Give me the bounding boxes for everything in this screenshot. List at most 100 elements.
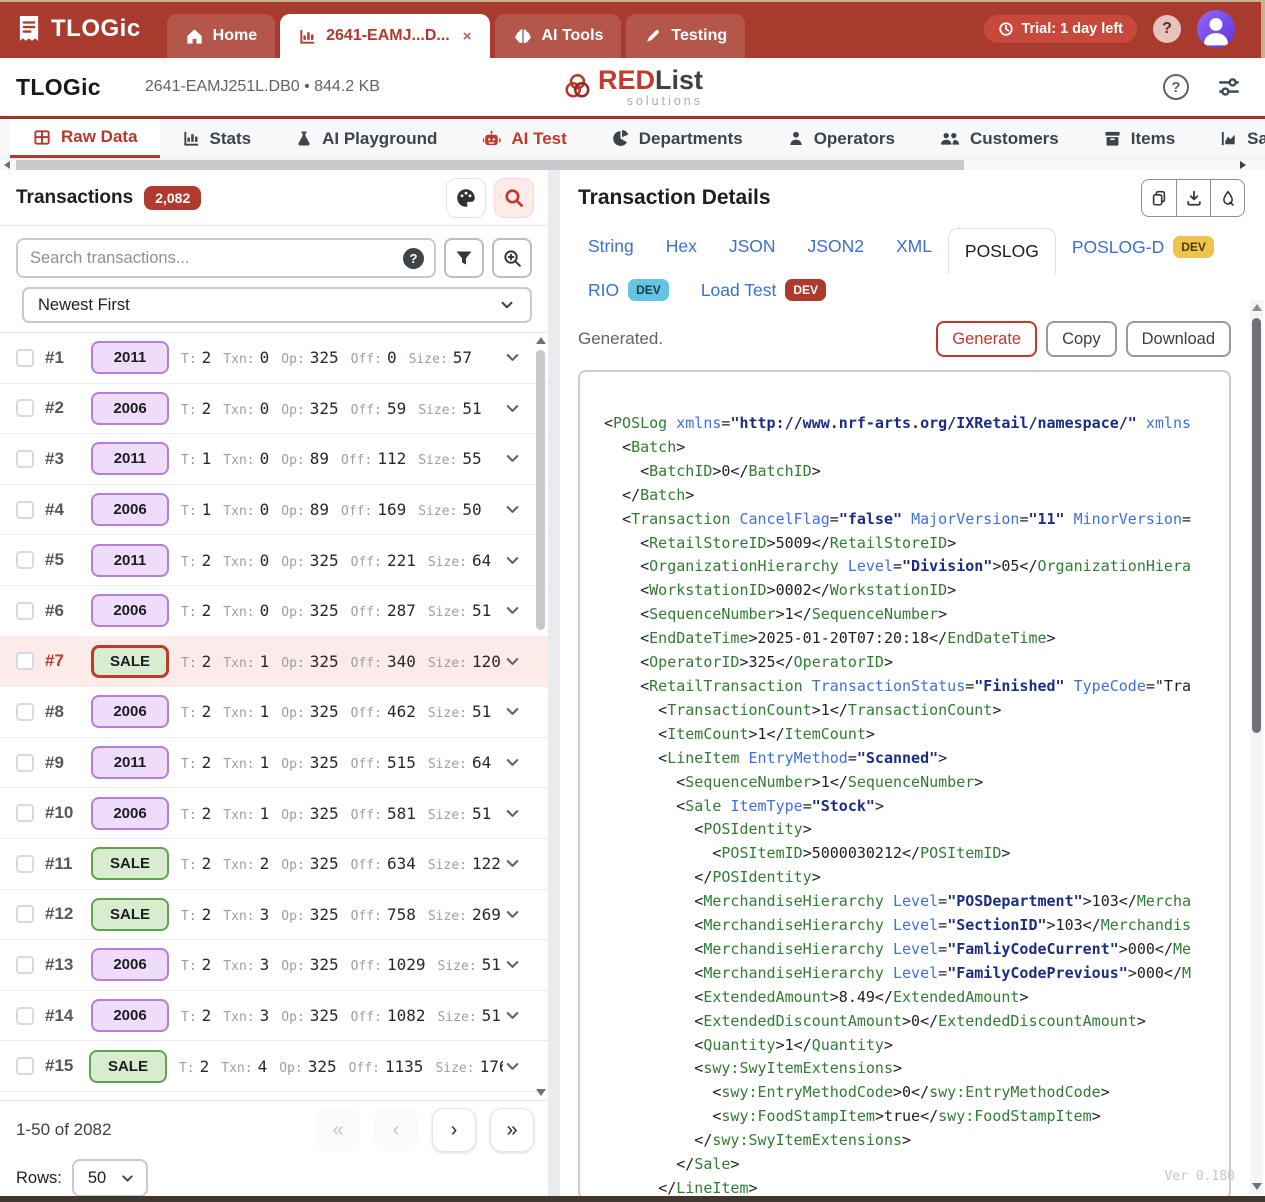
last-page-button[interactable]: » bbox=[490, 1108, 534, 1152]
help-button[interactable]: ? bbox=[1153, 15, 1181, 43]
details-scrollbar-thumb[interactable] bbox=[1252, 318, 1261, 733]
search-input[interactable] bbox=[18, 240, 434, 276]
scroll-right-arrow-icon[interactable] bbox=[1240, 161, 1246, 169]
table-row[interactable]: #11SALET:2Txn:2Op:325Off:634Size:122 bbox=[0, 839, 548, 890]
chevron-down-icon[interactable] bbox=[503, 652, 522, 671]
chevron-down-icon[interactable] bbox=[503, 551, 522, 570]
table-row[interactable]: #12SALET:2Txn:3Op:325Off:758Size:269 bbox=[0, 890, 548, 941]
nav-item-items[interactable]: Items bbox=[1081, 119, 1197, 158]
table-row[interactable]: #92011T:2Txn:1Op:325Off:515Size:64 bbox=[0, 738, 548, 789]
palette-button[interactable] bbox=[446, 178, 486, 218]
checkbox[interactable] bbox=[16, 349, 34, 367]
clear-button[interactable] bbox=[1210, 180, 1244, 216]
nav-item-ai-test[interactable]: AI Test bbox=[459, 119, 588, 158]
nav-item-stats[interactable]: Stats bbox=[160, 119, 274, 158]
checkbox[interactable] bbox=[16, 905, 34, 923]
quick-search-button[interactable] bbox=[494, 178, 534, 218]
nav-item-ai-playground[interactable]: AI Playground bbox=[273, 119, 459, 158]
help-circle-button[interactable]: ? bbox=[1163, 74, 1189, 100]
horizontal-scrollbar-thumb[interactable] bbox=[16, 160, 964, 170]
scroll-down-arrow-icon[interactable] bbox=[1252, 1183, 1262, 1190]
table-row[interactable]: #32011T:1Txn:0Op:89Off:112Size:55 bbox=[0, 434, 548, 485]
checkbox[interactable] bbox=[16, 1057, 34, 1075]
chevron-down-icon[interactable] bbox=[503, 1006, 522, 1025]
checkbox[interactable] bbox=[16, 804, 34, 822]
details-scrollbar[interactable] bbox=[1250, 300, 1263, 1194]
nav-item-operators[interactable]: Operators bbox=[765, 119, 917, 158]
checkbox[interactable] bbox=[16, 956, 34, 974]
generate-button[interactable]: Generate bbox=[936, 321, 1037, 357]
checkbox[interactable] bbox=[16, 1007, 34, 1025]
download-button[interactable] bbox=[1176, 180, 1210, 216]
format-tab-poslog-d[interactable]: POSLOG-DDEV bbox=[1056, 226, 1230, 268]
nav-item-customers[interactable]: Customers bbox=[917, 119, 1081, 158]
copy-text-button[interactable]: Copy bbox=[1046, 321, 1117, 357]
download-text-button[interactable]: Download bbox=[1126, 321, 1231, 357]
table-row[interactable]: #15SALET:2Txn:4Op:325Off:1135Size:1767 bbox=[0, 1041, 548, 1092]
scroll-down-arrow-icon[interactable] bbox=[536, 1089, 546, 1096]
checkbox[interactable] bbox=[16, 450, 34, 468]
table-row-partial[interactable] bbox=[0, 1092, 548, 1100]
table-row[interactable]: #52011T:2Txn:0Op:325Off:221Size:64 bbox=[0, 535, 548, 586]
nav-item-raw-data[interactable]: Raw Data bbox=[10, 119, 160, 158]
scroll-up-arrow-icon[interactable] bbox=[1252, 304, 1262, 311]
chevron-down-icon[interactable] bbox=[503, 348, 522, 367]
checkbox[interactable] bbox=[16, 703, 34, 721]
scroll-up-arrow-icon[interactable] bbox=[536, 337, 546, 344]
list-scrollbar[interactable] bbox=[535, 334, 546, 1099]
table-row[interactable]: #82006T:2Txn:1Op:325Off:462Size:51 bbox=[0, 687, 548, 738]
format-tab-poslog[interactable]: POSLOG bbox=[948, 228, 1056, 274]
list-scrollbar-thumb[interactable] bbox=[536, 350, 545, 630]
table-row[interactable]: #62006T:2Txn:0Op:325Off:287Size:51 bbox=[0, 586, 548, 637]
format-tab-rio[interactable]: RIODEV bbox=[572, 269, 685, 311]
table-row[interactable]: #22006T:2Txn:0Op:325Off:59Size:51 bbox=[0, 384, 548, 435]
checkbox[interactable] bbox=[16, 754, 34, 772]
chevron-down-icon[interactable] bbox=[503, 753, 522, 772]
format-tab-xml[interactable]: XML bbox=[880, 226, 948, 267]
close-icon[interactable]: × bbox=[463, 28, 472, 45]
settings-sliders-icon[interactable] bbox=[1215, 74, 1243, 100]
checkbox[interactable] bbox=[16, 399, 34, 417]
chevron-down-icon[interactable] bbox=[503, 601, 522, 620]
search-help-icon[interactable]: ? bbox=[403, 248, 424, 269]
sort-dropdown[interactable]: Newest First bbox=[22, 287, 532, 323]
format-tab-json2[interactable]: JSON2 bbox=[792, 226, 880, 267]
chevron-down-icon[interactable] bbox=[503, 449, 522, 468]
checkbox[interactable] bbox=[16, 551, 34, 569]
next-page-button[interactable]: › bbox=[432, 1108, 476, 1152]
topbar-tab-testing[interactable]: Testing bbox=[626, 14, 745, 58]
format-tab-json[interactable]: JSON bbox=[713, 226, 792, 267]
chevron-down-icon[interactable] bbox=[503, 399, 522, 418]
table-row[interactable]: #102006T:2Txn:1Op:325Off:581Size:51 bbox=[0, 788, 548, 839]
filter-button[interactable] bbox=[444, 238, 484, 278]
avatar[interactable] bbox=[1197, 10, 1235, 48]
format-tab-load-test[interactable]: Load TestDEV bbox=[685, 269, 842, 311]
table-row[interactable]: #7SALET:2Txn:1Op:325Off:340Size:120 bbox=[0, 637, 548, 688]
rows-select[interactable]: 50 bbox=[72, 1159, 148, 1197]
nav-item-sa[interactable]: Sa bbox=[1197, 119, 1265, 158]
topbar-tab-2641-eamj-d-[interactable]: 2641-EAMJ...D...× bbox=[280, 14, 489, 58]
format-tab-hex[interactable]: Hex bbox=[650, 226, 713, 267]
format-tab-string[interactable]: String bbox=[572, 226, 650, 267]
checkbox[interactable] bbox=[16, 501, 34, 519]
poslog-code-viewer[interactable]: <POSLog xmlns="http://www.nrf-arts.org/I… bbox=[578, 370, 1231, 1196]
scroll-left-arrow-icon[interactable] bbox=[4, 161, 10, 169]
chevron-down-icon[interactable] bbox=[503, 955, 522, 974]
horizontal-scrollbar[interactable] bbox=[0, 158, 1265, 170]
table-row[interactable]: #12011T:2Txn:0Op:325Off:0Size:57 bbox=[0, 333, 548, 384]
chevron-down-icon[interactable] bbox=[503, 500, 522, 519]
chevron-down-icon[interactable] bbox=[503, 1057, 522, 1076]
table-row[interactable]: #132006T:2Txn:3Op:325Off:1029Size:51 bbox=[0, 940, 548, 991]
topbar-tab-home[interactable]: Home bbox=[167, 14, 275, 58]
checkbox[interactable] bbox=[16, 602, 34, 620]
nav-item-departments[interactable]: Departments bbox=[589, 119, 765, 158]
copy-button[interactable] bbox=[1142, 180, 1176, 216]
chevron-down-icon[interactable] bbox=[503, 702, 522, 721]
checkbox[interactable] bbox=[16, 652, 34, 670]
topbar-tab-ai-tools[interactable]: AI Tools bbox=[495, 14, 622, 58]
chevron-down-icon[interactable] bbox=[503, 804, 522, 823]
advanced-search-button[interactable] bbox=[492, 238, 532, 278]
table-row[interactable]: #42006T:1Txn:0Op:89Off:169Size:50 bbox=[0, 485, 548, 536]
chevron-down-icon[interactable] bbox=[503, 905, 522, 924]
checkbox[interactable] bbox=[16, 855, 34, 873]
